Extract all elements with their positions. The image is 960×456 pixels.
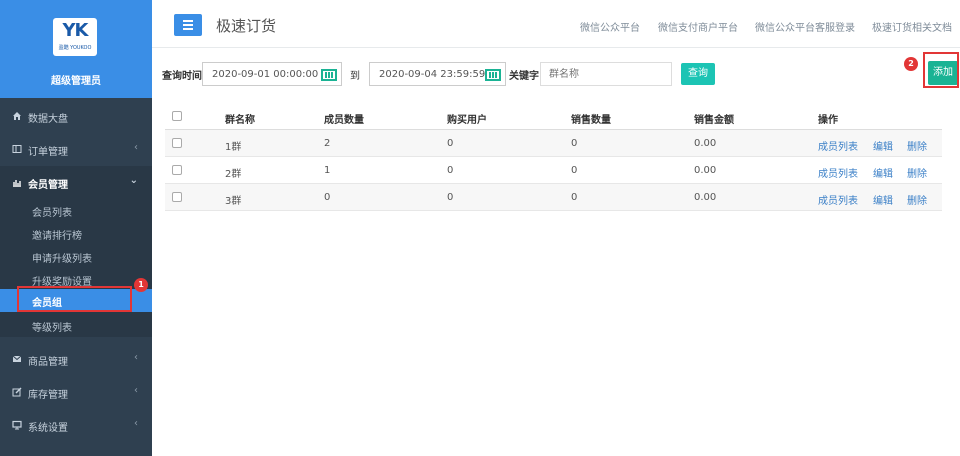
header-member-count: 成员数量 bbox=[324, 115, 364, 126]
sidebar-item-orders[interactable]: 订单管理 ‹ bbox=[0, 133, 152, 166]
logo-mark: YK bbox=[62, 20, 89, 41]
submenu-invite-ranking[interactable]: 邀请排行榜 bbox=[0, 222, 152, 245]
home-icon bbox=[13, 112, 21, 120]
chevron-left-icon: ‹ bbox=[134, 418, 138, 429]
header-buyers: 购买用户 bbox=[447, 115, 487, 126]
delete-link[interactable]: 删除 bbox=[907, 192, 927, 207]
chevron-left-icon: ‹ bbox=[134, 142, 138, 153]
sidebar-item-label: 数据大盘 bbox=[28, 114, 68, 125]
end-date-value: 2020-09-04 23:59:59 bbox=[379, 69, 486, 80]
sidebar-item-dashboard[interactable]: 数据大盘 bbox=[0, 100, 152, 133]
keyword-input[interactable] bbox=[540, 62, 672, 86]
link-wechat-pay[interactable]: 微信支付商户平台 bbox=[658, 19, 738, 34]
highlight-frame-add bbox=[923, 52, 959, 88]
menu-toggle-button[interactable] bbox=[174, 14, 202, 36]
chevron-left-icon: ‹ bbox=[134, 352, 138, 363]
sidebar: YK 盈酷 YOUKOO 超级管理员 数据大盘 订单管理 ‹ 会员管理 ⌄ 会员… bbox=[0, 0, 152, 456]
cell-sales-qty: 0 bbox=[571, 192, 578, 203]
cell-sales-amount: 0.00 bbox=[694, 138, 717, 149]
end-date-field[interactable]: 2020-09-04 23:59:59 bbox=[369, 62, 506, 86]
member-list-link[interactable]: 成员列表 bbox=[818, 192, 858, 207]
table-header-row: 群名称 成员数量 购买用户 销售数量 销售金额 操作 bbox=[165, 103, 942, 130]
start-date-field[interactable]: 2020-09-01 00:00:00 bbox=[202, 62, 342, 86]
page-title: 极速订货 bbox=[216, 17, 277, 35]
query-time-label: 查询时间 bbox=[162, 71, 202, 82]
sidebar-item-label: 会员管理 bbox=[28, 180, 68, 191]
row-checkbox[interactable] bbox=[172, 165, 182, 175]
submenu-member-list[interactable]: 会员列表 bbox=[0, 199, 152, 222]
edit-link[interactable]: 编辑 bbox=[873, 192, 893, 207]
table-row: 3群 0 0 0 0.00 成员列表 编辑 删除 bbox=[165, 184, 942, 211]
cell-group-name: 1群 bbox=[225, 142, 242, 153]
cell-sales-amount: 0.00 bbox=[694, 192, 717, 203]
step-badge-2: 2 bbox=[904, 57, 918, 71]
calendar-icon[interactable] bbox=[485, 69, 501, 81]
top-bar: 极速订货 微信公众平台 微信支付商户平台 微信公众平台客服登录 极速订货相关文档 bbox=[152, 0, 960, 48]
monitor-icon bbox=[12, 420, 22, 430]
cell-buyers: 0 bbox=[447, 138, 454, 149]
sidebar-item-label: 系统设置 bbox=[28, 423, 68, 434]
chevron-left-icon: ‹ bbox=[134, 385, 138, 396]
cell-buyers: 0 bbox=[447, 165, 454, 176]
cell-member-count: 1 bbox=[324, 165, 331, 176]
cell-sales-qty: 0 bbox=[571, 165, 578, 176]
delete-link[interactable]: 删除 bbox=[907, 165, 927, 180]
delete-link[interactable]: 删除 bbox=[907, 138, 927, 153]
step-badge-1: 1 bbox=[134, 278, 148, 292]
cell-member-count: 2 bbox=[324, 138, 331, 149]
brand-panel: YK 盈酷 YOUKOO 超级管理员 bbox=[0, 0, 152, 98]
admin-name[interactable]: 超级管理员 bbox=[0, 72, 152, 87]
row-checkbox[interactable] bbox=[172, 138, 182, 148]
query-button[interactable]: 查询 bbox=[681, 63, 715, 85]
highlight-frame-member-groups bbox=[17, 286, 132, 312]
start-date-value: 2020-09-01 00:00:00 bbox=[212, 69, 319, 80]
logo: YK 盈酷 YOUKOO bbox=[53, 18, 97, 56]
sidebar-item-settings[interactable]: 系统设置 ‹ bbox=[0, 409, 152, 442]
submenu-level-list[interactable]: 等级列表 bbox=[0, 314, 152, 337]
sidebar-item-label: 订单管理 bbox=[28, 147, 68, 158]
member-list-link[interactable]: 成员列表 bbox=[818, 138, 858, 153]
select-all-checkbox[interactable] bbox=[172, 111, 182, 121]
link-docs[interactable]: 极速订货相关文档 bbox=[872, 19, 952, 34]
cell-sales-qty: 0 bbox=[571, 138, 578, 149]
edit-icon bbox=[12, 387, 22, 397]
header-group-name: 群名称 bbox=[225, 115, 255, 126]
header-sales-amount: 销售金额 bbox=[694, 115, 734, 126]
link-wechat-mp[interactable]: 微信公众平台 bbox=[580, 19, 640, 34]
sidebar-item-inventory[interactable]: 库存管理 ‹ bbox=[0, 376, 152, 409]
cell-group-name: 3群 bbox=[225, 196, 242, 207]
chevron-down-icon: ⌄ bbox=[129, 175, 138, 186]
sidebar-item-label: 商品管理 bbox=[28, 357, 68, 368]
to-label: 到 bbox=[350, 71, 360, 82]
cell-sales-amount: 0.00 bbox=[694, 165, 717, 176]
submenu-upgrade-requests[interactable]: 申请升级列表 bbox=[0, 245, 152, 268]
row-checkbox[interactable] bbox=[172, 192, 182, 202]
calendar-icon[interactable] bbox=[321, 69, 337, 81]
bar-chart-icon bbox=[13, 180, 21, 187]
table-row: 2群 1 0 0 0.00 成员列表 编辑 删除 bbox=[165, 157, 942, 184]
keyword-label: 关键字 bbox=[509, 71, 539, 82]
hamburger-icon bbox=[183, 20, 193, 22]
sidebar-item-label: 库存管理 bbox=[28, 390, 68, 401]
cell-buyers: 0 bbox=[447, 192, 454, 203]
link-wechat-service[interactable]: 微信公众平台客服登录 bbox=[755, 19, 855, 34]
member-list-link[interactable]: 成员列表 bbox=[818, 165, 858, 180]
header-actions: 操作 bbox=[818, 115, 838, 126]
cell-group-name: 2群 bbox=[225, 169, 242, 180]
table-row: 1群 2 0 0 0.00 成员列表 编辑 删除 bbox=[165, 130, 942, 157]
envelope-icon bbox=[12, 355, 22, 362]
cell-member-count: 0 bbox=[324, 192, 331, 203]
columns-icon bbox=[12, 145, 22, 153]
edit-link[interactable]: 编辑 bbox=[873, 138, 893, 153]
sidebar-item-members[interactable]: 会员管理 ⌄ bbox=[0, 166, 152, 199]
header-sales-qty: 销售数量 bbox=[571, 115, 611, 126]
member-submenu: 会员列表 邀请排行榜 申请升级列表 升级奖励设置 会员组 等级列表 bbox=[0, 199, 152, 337]
logo-subtext: 盈酷 YOUKOO bbox=[58, 45, 92, 51]
sidebar-item-products[interactable]: 商品管理 ‹ bbox=[0, 343, 152, 376]
edit-link[interactable]: 编辑 bbox=[873, 165, 893, 180]
